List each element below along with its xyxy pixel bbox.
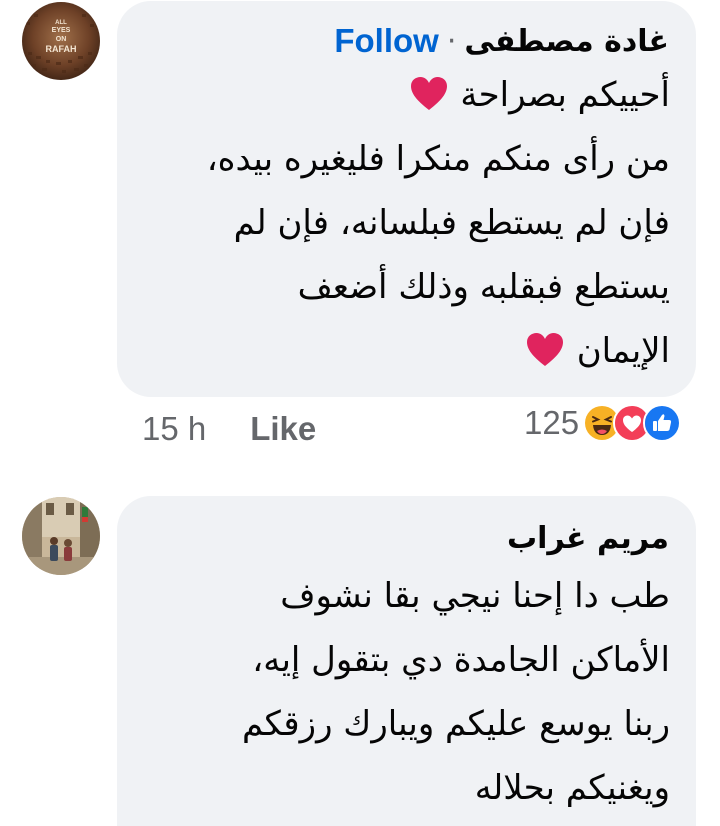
reactions-summary[interactable]: 125: [524, 404, 682, 442]
svg-text:ALL: ALL: [55, 20, 67, 26]
comment-line: أحييكم بصراحة: [143, 63, 670, 127]
all-eyes-on-rafah-avatar-image: ALL EYES ON RAFAH: [22, 2, 100, 80]
comment-line: طب دا إحنا نيجي بقا نشوف: [280, 576, 670, 616]
svg-text:RAFAH: RAFAH: [46, 44, 77, 54]
street-photo-avatar-image: [22, 497, 100, 575]
comment-line: ويغنيكم بحلاله: [474, 768, 670, 808]
comment-actions: 15 h Like: [142, 410, 316, 448]
svg-text:EYES: EYES: [52, 27, 71, 34]
commenter-avatar[interactable]: [22, 497, 100, 575]
comment-text: أحييكم بصراحة: [460, 75, 670, 115]
comment-bubble: مريم غراب طب دا إحنا نيجي بقا نشوف الأما…: [117, 496, 696, 826]
red-heart-icon: [410, 69, 448, 110]
comment-header: مريم غراب: [143, 516, 669, 560]
comment-timestamp[interactable]: 15 h: [142, 410, 206, 448]
comments-thread: ALL EYES ON RAFAH غادة مصطفى · Follow أح…: [0, 0, 720, 826]
comment-author-name[interactable]: غادة مصطفى: [464, 24, 669, 59]
commenter-avatar[interactable]: ALL EYES ON RAFAH: [22, 2, 100, 80]
comment-text: الإيمان: [576, 331, 670, 371]
comment-line: الإيمان: [143, 319, 670, 383]
separator-dot: ·: [446, 23, 457, 59]
comment-header: غادة مصطفى · Follow: [143, 19, 669, 63]
reaction-count: 125: [524, 404, 580, 441]
like-reaction-icon: [643, 404, 682, 442]
comment-author-name[interactable]: مريم غراب: [507, 521, 669, 556]
svg-text:ON: ON: [56, 36, 67, 43]
comment-line: فإن لم يستطع فبلسانه، فإن لم: [233, 203, 670, 243]
red-heart-icon: [526, 325, 564, 366]
reaction-icons: [583, 404, 682, 442]
follow-button[interactable]: Follow: [334, 22, 438, 60]
like-button[interactable]: Like: [250, 410, 316, 448]
comment-line: ربنا يوسع عليكم ويبارك رزقكم: [242, 704, 670, 744]
comment-line: يستطع فبقلبه وذلك أضعف: [297, 267, 670, 307]
comment-line: من رأى منكم منكرا فليغيره بيده،: [206, 139, 670, 179]
comment-line: الأماكن الجامدة دي بتقول إيه،: [252, 640, 670, 680]
comment-bubble: غادة مصطفى · Follow أحييكم بصراحة من رأى…: [117, 1, 696, 397]
